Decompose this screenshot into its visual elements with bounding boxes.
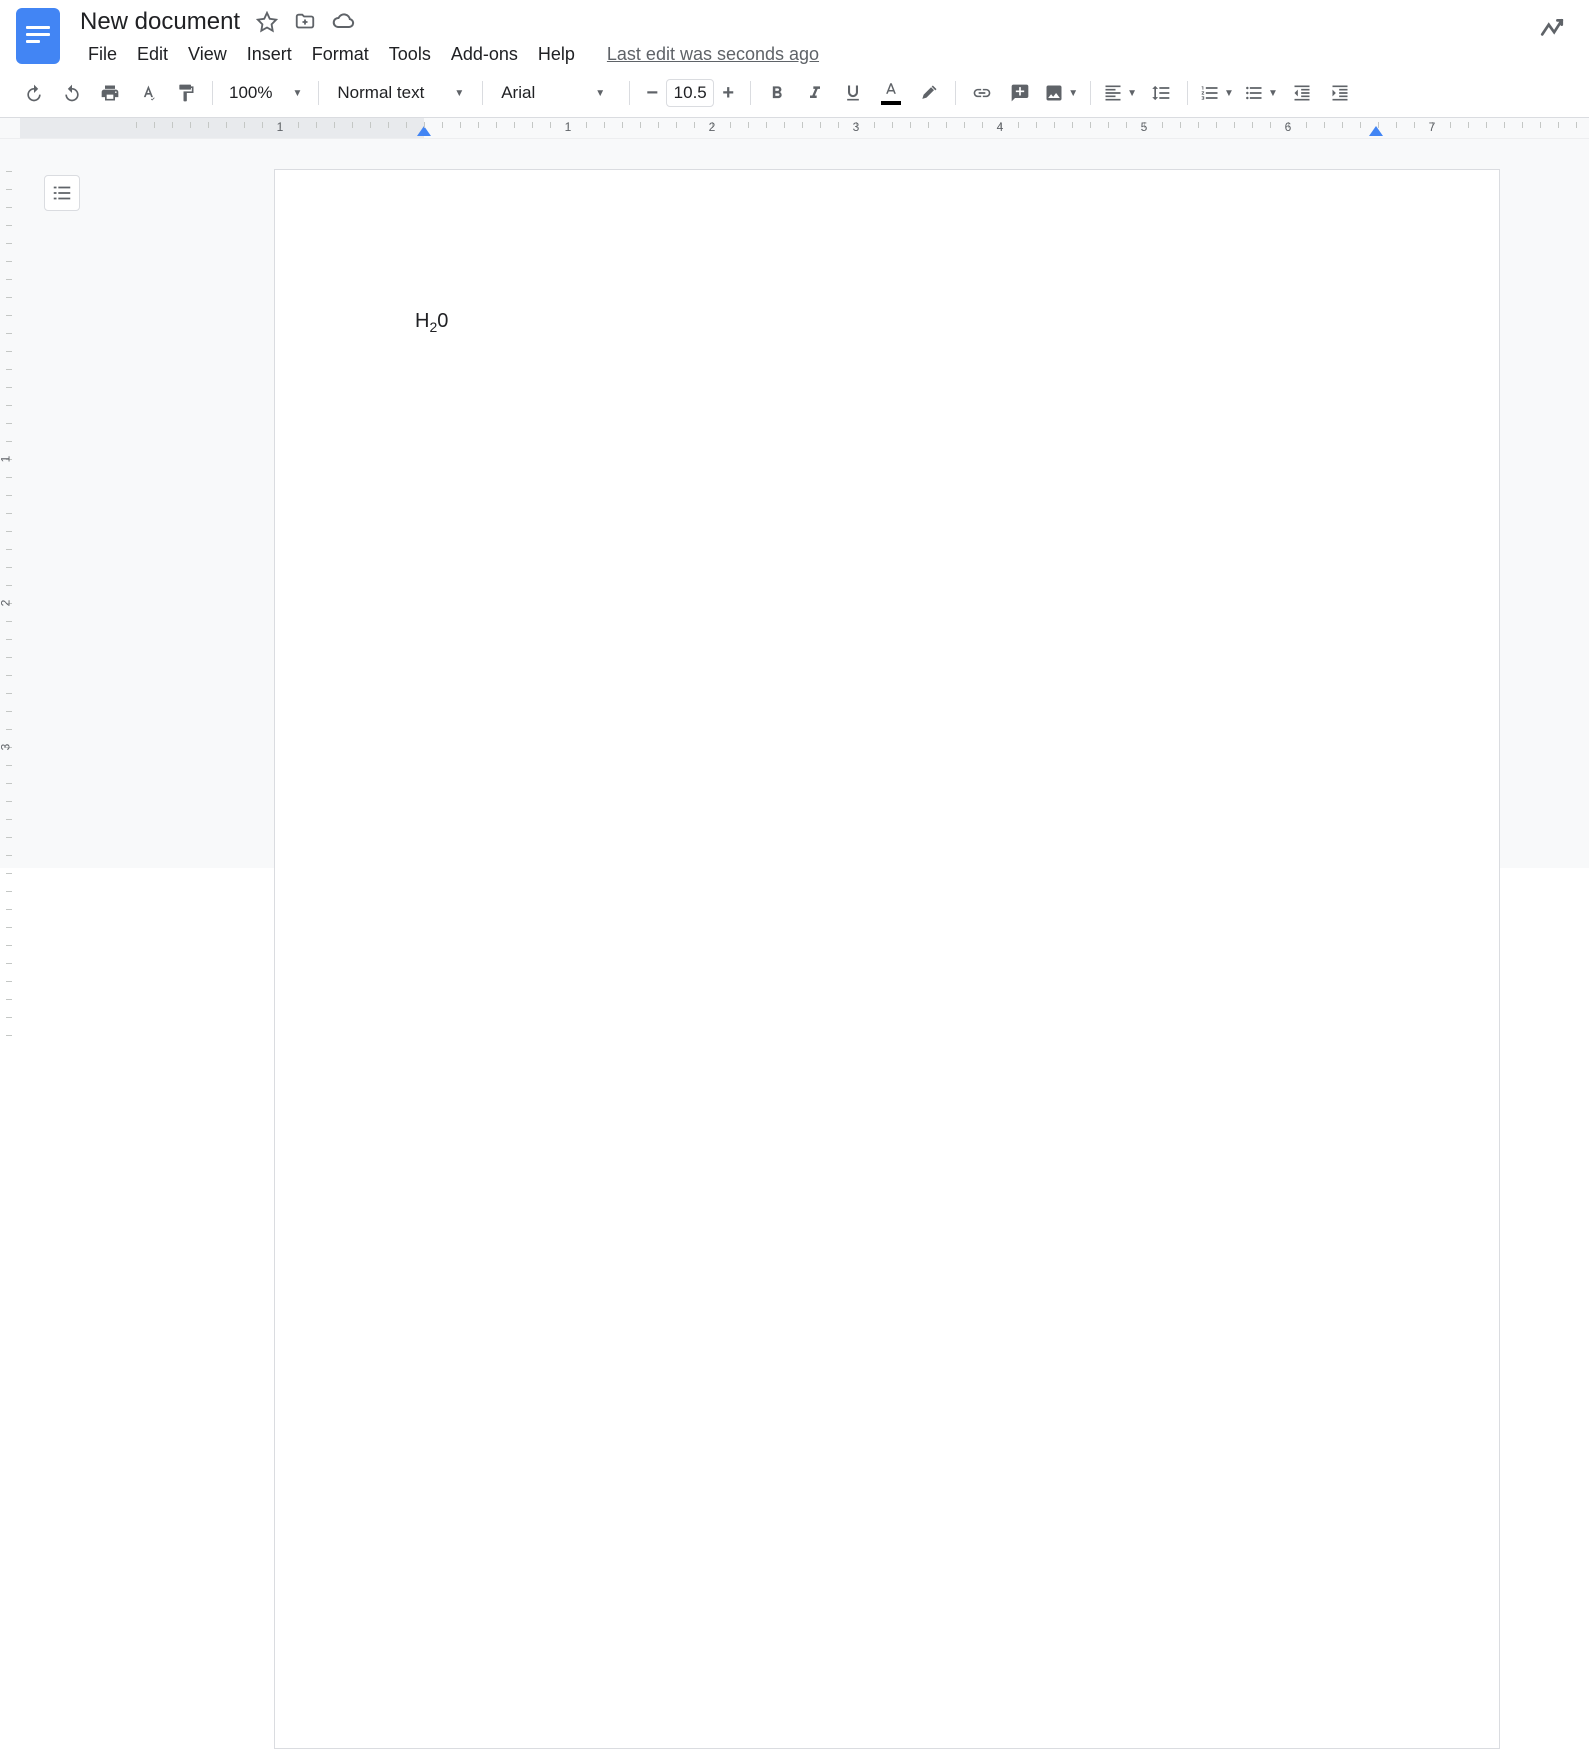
chevron-down-icon: ▼ — [454, 88, 464, 99]
undo-button[interactable] — [16, 75, 52, 111]
ruler-number: 3 — [0, 744, 12, 751]
bulleted-list-button[interactable]: ▼ — [1240, 75, 1282, 111]
increase-indent-button[interactable] — [1322, 75, 1358, 111]
toolbar-separator — [1090, 81, 1091, 105]
spellcheck-button[interactable] — [130, 75, 166, 111]
ruler-number: 5 — [1141, 120, 1148, 134]
menu-bar: File Edit View Insert Format Tools Add-o… — [80, 40, 1531, 69]
toolbar-separator — [212, 81, 213, 105]
decrease-font-size-button[interactable]: − — [638, 77, 666, 109]
line-spacing-button[interactable] — [1143, 75, 1179, 111]
ruler-margin — [20, 118, 424, 138]
ruler-number: 1 — [0, 456, 12, 463]
paragraph-style-select[interactable]: Normal text ▼ — [327, 79, 474, 107]
text-color-swatch — [881, 101, 901, 105]
last-edit-link[interactable]: Last edit was seconds ago — [607, 44, 819, 65]
numbered-list-button[interactable]: ▼ — [1196, 75, 1238, 111]
star-icon[interactable] — [256, 11, 278, 33]
chevron-down-icon: ▼ — [1068, 88, 1078, 99]
insert-image-button[interactable]: ▼ — [1040, 75, 1082, 111]
insert-link-button[interactable] — [964, 75, 1000, 111]
text-run: 0 — [437, 310, 448, 332]
document-content[interactable]: H20 — [415, 310, 1359, 335]
ruler-number: 2 — [0, 600, 12, 607]
add-comment-button[interactable] — [1002, 75, 1038, 111]
chevron-down-icon: ▼ — [292, 88, 302, 99]
cloud-status-icon[interactable] — [332, 10, 356, 34]
text-color-button[interactable] — [873, 75, 909, 111]
toolbar-separator — [318, 81, 319, 105]
chevron-down-icon: ▼ — [595, 88, 605, 99]
app-header: New document File Edit View Insert Forma… — [0, 0, 1589, 69]
document-title[interactable]: New document — [80, 8, 240, 36]
toolbar: 100% ▼ Normal text ▼ Arial ▼ − + — [0, 69, 1589, 118]
menu-view[interactable]: View — [180, 40, 235, 69]
toolbar-separator — [750, 81, 751, 105]
ruler-number: 6 — [1285, 120, 1292, 134]
highlight-color-button[interactable] — [911, 75, 947, 111]
italic-button[interactable] — [797, 75, 833, 111]
text-run: H — [415, 310, 429, 332]
ruler-number: 4 — [997, 120, 1004, 134]
decrease-indent-button[interactable] — [1284, 75, 1320, 111]
workspace: 1 2 3 H20 — [0, 139, 1589, 868]
outline-toggle-button[interactable] — [44, 175, 80, 211]
style-value: Normal text — [337, 83, 424, 103]
chevron-down-icon: ▼ — [1268, 88, 1278, 99]
ruler-number: 7 — [1429, 120, 1436, 134]
bold-button[interactable] — [759, 75, 795, 111]
menu-format[interactable]: Format — [304, 40, 377, 69]
ruler-number: 3 — [853, 120, 860, 134]
move-icon[interactable] — [294, 11, 316, 33]
activity-icon[interactable] — [1531, 8, 1573, 50]
chevron-down-icon: ▼ — [1224, 88, 1234, 99]
ruler-indent-marker-right[interactable] — [1369, 126, 1383, 136]
ruler-number: 2 — [709, 120, 716, 134]
docs-logo-icon[interactable] — [16, 8, 60, 64]
increase-font-size-button[interactable]: + — [714, 77, 742, 109]
toolbar-separator — [629, 81, 630, 105]
toolbar-separator — [955, 81, 956, 105]
align-button[interactable]: ▼ — [1099, 75, 1141, 111]
menu-insert[interactable]: Insert — [239, 40, 300, 69]
menu-addons[interactable]: Add-ons — [443, 40, 526, 69]
toolbar-separator — [482, 81, 483, 105]
font-size-input[interactable] — [666, 79, 714, 107]
menu-file[interactable]: File — [80, 40, 125, 69]
chevron-down-icon: ▼ — [1127, 88, 1137, 99]
document-page[interactable]: H20 — [274, 169, 1500, 1749]
underline-button[interactable] — [835, 75, 871, 111]
font-family-select[interactable]: Arial ▼ — [491, 79, 621, 107]
menu-edit[interactable]: Edit — [129, 40, 176, 69]
ruler-number: 1 — [565, 120, 572, 134]
menu-help[interactable]: Help — [530, 40, 583, 69]
redo-button[interactable] — [54, 75, 90, 111]
print-button[interactable] — [92, 75, 128, 111]
paint-format-button[interactable] — [168, 75, 204, 111]
ruler-number: 1 — [277, 120, 284, 134]
vertical-ruler[interactable]: 1 2 3 — [0, 139, 20, 868]
font-value: Arial — [501, 83, 535, 103]
zoom-value: 100% — [229, 83, 272, 103]
horizontal-ruler[interactable]: 1 1 2 3 4 5 6 7 — [0, 118, 1589, 139]
menu-tools[interactable]: Tools — [381, 40, 439, 69]
toolbar-separator — [1187, 81, 1188, 105]
zoom-select[interactable]: 100% ▼ — [221, 79, 310, 107]
